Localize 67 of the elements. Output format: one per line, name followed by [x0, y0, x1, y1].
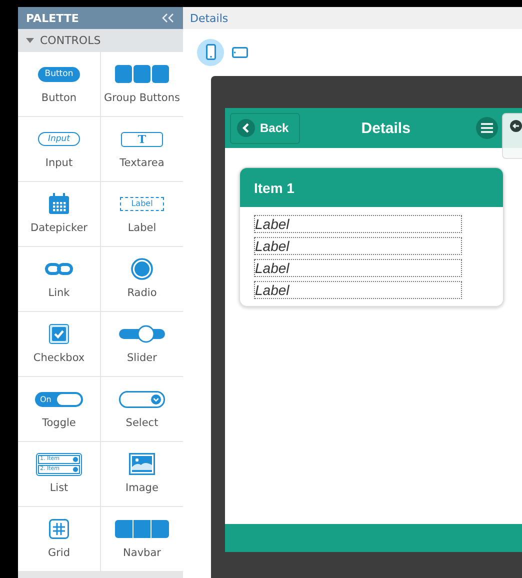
palette-item-label: Group Buttons: [104, 92, 180, 104]
palette-item[interactable]: Input Input: [18, 117, 100, 181]
palette-item-label: Datepicker: [30, 222, 88, 234]
image-icon: [129, 453, 155, 475]
checkbox-icon: [49, 324, 69, 344]
palette-item-label: Textarea: [120, 157, 164, 169]
screen-title: Details: [360, 120, 412, 136]
palette-item[interactable]: Navbar: [101, 507, 183, 571]
palette-item-label: Button: [41, 92, 77, 104]
palette-item[interactable]: Grid: [18, 507, 100, 571]
menu-icon: [481, 123, 493, 133]
palette-item-label: Label: [128, 222, 156, 234]
palette-item[interactable]: Group Buttons: [101, 52, 183, 116]
palette-item-label: Slider: [127, 352, 157, 364]
tablet-icon: [232, 46, 248, 58]
arrow-left-circle-icon: [510, 120, 522, 132]
card-title: Item 1: [254, 180, 294, 196]
palette-item-label: Radio: [127, 287, 157, 299]
palette-item[interactable]: Datepicker: [18, 182, 100, 246]
tab[interactable]: Details: [183, 12, 236, 24]
palette-item-label: List: [50, 482, 68, 494]
palette-item[interactable]: T Textarea: [101, 117, 183, 181]
palette-item-label: Toggle: [42, 417, 76, 429]
device-toggle[interactable]: [232, 46, 248, 58]
palette-item-label: Input: [45, 157, 73, 169]
section-label: CONTROLS: [40, 34, 101, 47]
grid-icon: [49, 519, 69, 539]
radio-icon: [131, 258, 153, 280]
palette-item[interactable]: Select: [101, 377, 183, 441]
palette-item-label: Navbar: [123, 547, 161, 559]
palette-item-label: Image: [126, 482, 158, 494]
chain-link-icon: [45, 263, 73, 275]
label-icon: Label: [120, 197, 164, 211]
palette-item[interactable]: Image: [101, 442, 183, 506]
palette-item[interactable]: Button Button: [18, 52, 100, 116]
palette-item[interactable]: Radio: [101, 247, 183, 311]
slider-icon: [119, 325, 165, 343]
triangle-icon: [26, 38, 34, 43]
group-buttons-icon: [115, 65, 169, 83]
label-text: Label: [254, 215, 462, 233]
palette-item-label: Checkbox: [33, 352, 85, 364]
chevron-left-icon: [237, 119, 255, 137]
palette-item[interactable]: Link: [18, 247, 100, 311]
toggle-icon: On: [35, 392, 83, 406]
double-chevron-left-icon[interactable]: [161, 13, 175, 23]
label-text: Label: [254, 259, 462, 277]
label-text: Label: [254, 281, 462, 299]
textarea-icon: T: [121, 132, 163, 146]
device-toggle[interactable]: [197, 38, 224, 66]
palette-item[interactable]: Checkbox: [18, 312, 100, 376]
palette-item-label: Grid: [48, 547, 70, 559]
calendar-icon: [48, 193, 70, 215]
select-icon: [119, 390, 165, 408]
input-icon: Input: [38, 132, 80, 146]
palette-item-label: Link: [48, 287, 70, 299]
phone-icon: [206, 44, 216, 60]
section-header[interactable]: CONTROLS: [18, 29, 183, 52]
palette-title: PALETTE: [26, 12, 79, 24]
label-text: Label: [254, 237, 462, 255]
palette-item[interactable]: Label Label: [101, 182, 183, 246]
navbar-icon: [115, 520, 169, 538]
palette-item-label: Select: [126, 417, 158, 429]
button-icon: Button: [38, 66, 80, 82]
palette-item[interactable]: On Toggle: [18, 377, 100, 441]
palette-item[interactable]: Slider: [101, 312, 183, 376]
side-panel-tab[interactable]: [502, 113, 522, 159]
menu-button[interactable]: [476, 117, 498, 139]
